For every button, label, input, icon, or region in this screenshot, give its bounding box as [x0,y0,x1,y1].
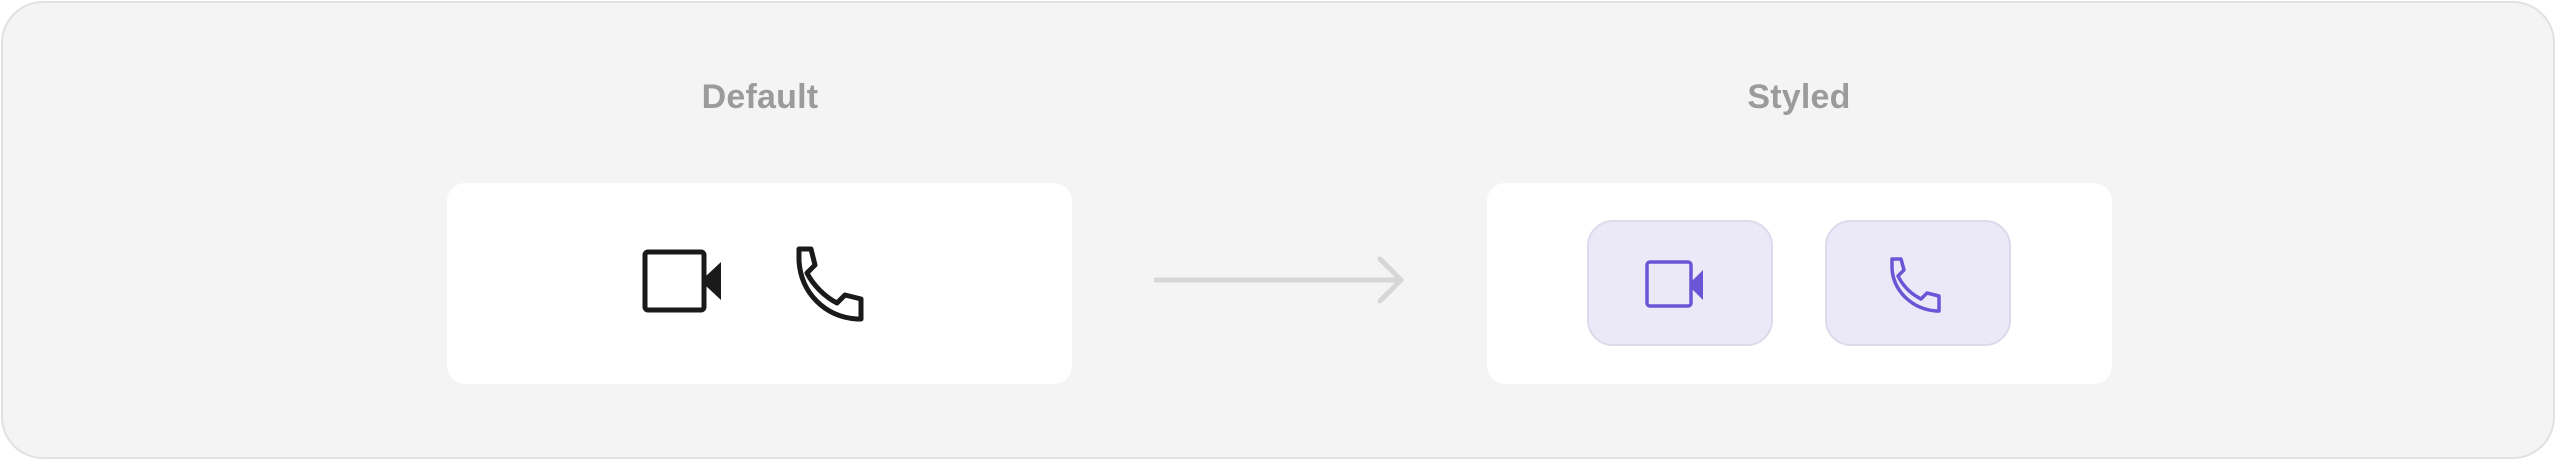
phone-icon[interactable] [795,245,875,323]
demo-panel [1,1,2555,459]
styled-card [1487,183,2112,384]
styled-label: Styled [1747,78,1851,116]
arrow-right-icon [1154,256,1404,304]
video-camera-icon[interactable] [642,246,730,320]
phone-icon [1890,257,1941,313]
default-label: Default [701,78,819,116]
video-camera-icon [1645,260,1703,308]
voice-call-button[interactable] [1825,220,2011,346]
default-card [447,183,1072,384]
video-call-button[interactable] [1587,220,1773,346]
